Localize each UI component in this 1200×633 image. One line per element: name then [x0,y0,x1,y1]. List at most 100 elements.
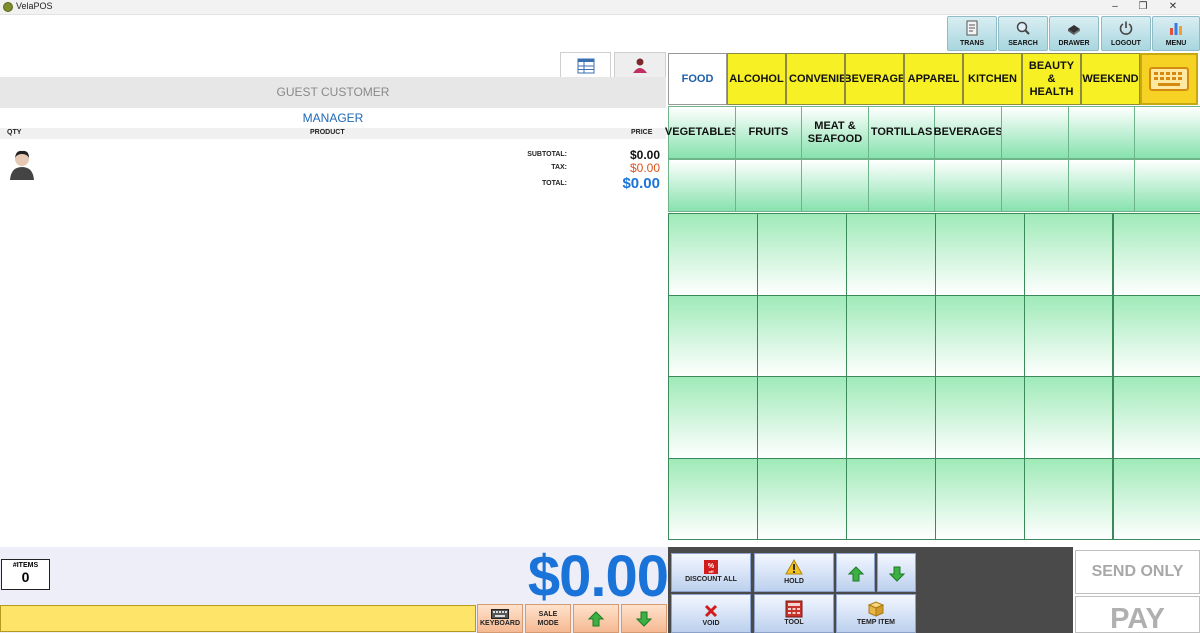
trans-button[interactable]: TRANS [947,16,997,51]
tab-customer[interactable] [614,52,666,77]
restore-icon[interactable]: ❐ [1130,0,1156,15]
product-slot[interactable] [1112,457,1200,540]
product-slot[interactable] [845,457,936,540]
power-icon [1119,21,1133,35]
subcategory-button[interactable]: VEGETABLES [665,106,739,159]
arrow-up-icon [847,566,864,582]
product-slot[interactable] [756,376,847,459]
product-slot[interactable] [668,213,758,296]
product-slot[interactable] [1023,376,1114,459]
item-up-button[interactable] [836,553,875,592]
hold-button[interactable]: HOLD [754,553,834,592]
category-convenience[interactable]: CONVENIEN [786,53,845,105]
total-label: TOTAL: [541,180,567,187]
temp-item-button[interactable]: TEMP ITEM [836,594,916,633]
calculator-icon [785,600,803,618]
discount-all-button[interactable]: % off DISCOUNT ALL [671,553,751,592]
category-food[interactable]: FOOD [668,53,727,105]
product-slot[interactable] [934,213,1025,296]
search-label: SEARCH [1008,40,1038,47]
empty-subcategory-slot[interactable] [1001,106,1069,159]
window-title: VelaPOS [16,1,53,11]
pay-button[interactable]: PAY [1075,596,1200,633]
logout-label: LOGOUT [1111,40,1141,47]
temp-item-label: TEMP ITEM [857,619,895,626]
empty-subcategory-slot[interactable] [1134,159,1200,212]
product-slot[interactable] [1112,376,1200,459]
product-slot[interactable] [1023,213,1114,296]
scroll-up-button[interactable] [573,604,619,633]
product-slot[interactable] [668,294,758,377]
void-button[interactable]: VOID [671,594,751,633]
product-slot[interactable] [756,294,847,377]
product-slot[interactable] [668,457,758,540]
customer-name[interactable]: GUEST CUSTOMER [0,77,666,108]
category-kitchen[interactable]: KITCHEN [963,53,1022,105]
product-slot[interactable] [845,294,936,377]
subcategory-button[interactable]: FRUITS [734,106,803,159]
sale-mode-button[interactable]: SALE MODE [525,604,571,633]
product-slot[interactable] [756,457,847,540]
product-slot[interactable] [845,213,936,296]
scroll-down-button[interactable] [621,604,667,633]
keyboard-toggle-button[interactable] [1140,53,1198,105]
category-beverage[interactable]: BEVERAGE [845,53,904,105]
product-slot[interactable] [1112,213,1200,296]
menu-label: MENU [1165,40,1187,47]
receipt-icon [966,20,978,36]
category-alcohol[interactable]: ALCOHOL [727,53,786,105]
subcategory-button[interactable]: BEVERAGES [934,106,1003,159]
product-slot[interactable] [1112,294,1200,377]
items-count: 0 [21,569,30,585]
price-header: PRICE [631,129,653,136]
bar-chart-icon [1170,23,1182,35]
empty-subcategory-slot[interactable] [1067,159,1136,212]
subcategory-button[interactable]: TORTILLAS [867,106,936,159]
product-slot[interactable] [934,294,1025,377]
empty-subcategory-slot[interactable] [934,159,1002,212]
tab-order-list[interactable] [560,52,611,77]
empty-subcategory-slot[interactable] [801,159,869,212]
subcategory-button[interactable]: MEAT & SEAFOOD [801,106,869,159]
menu-button[interactable]: MENU [1152,16,1200,51]
app-logo-icon [3,2,13,12]
search-icon [1016,21,1030,35]
void-label: VOID [702,620,720,627]
empty-subcategory-slot[interactable] [1067,106,1136,159]
svg-text:off: off [708,569,714,574]
order-column-header: QTY PRODUCT PRICE [0,128,666,139]
empty-subcategory-slot[interactable] [734,159,803,212]
empty-subcategory-slot[interactable] [867,159,936,212]
keyboard-button[interactable]: KEYBOARD [477,604,523,633]
close-icon[interactable]: ✕ [1160,0,1186,15]
category-weekend[interactable]: WEEKEND [1081,53,1140,105]
search-button[interactable]: SEARCH [998,16,1048,51]
product-slot[interactable] [756,213,847,296]
product-slot[interactable] [934,457,1025,540]
product-slot[interactable] [668,376,758,459]
barcode-input[interactable] [0,605,476,632]
customer-icon [633,58,647,73]
drawer-button[interactable]: DRAWER [1049,16,1099,51]
keyboard-icon [491,609,509,619]
product-slot[interactable] [934,376,1025,459]
logout-button[interactable]: LOGOUT [1101,16,1151,51]
product-slot[interactable] [845,376,936,459]
category-apparel[interactable]: APPAREL [904,53,963,105]
empty-subcategory-slot[interactable] [1134,106,1200,159]
tax-value: $0.00 [629,161,660,175]
minimize-icon[interactable]: – [1102,0,1128,15]
empty-subcategory-slot[interactable] [668,159,736,212]
empty-subcategory-slot[interactable] [1001,159,1069,212]
tool-button[interactable]: TOOL [754,594,834,633]
send-only-button[interactable]: SEND ONLY [1075,550,1200,594]
trans-label: TRANS [959,40,985,47]
discount-icon: %off [704,560,718,574]
category-beauty-health[interactable]: BEAUTY & HEALTH [1022,53,1081,105]
product-slot[interactable] [1023,457,1114,540]
box-icon [867,601,885,617]
item-down-button[interactable] [877,553,916,592]
product-slot[interactable] [1023,294,1114,377]
qty-header: QTY [7,129,22,136]
product-header: PRODUCT [310,129,345,136]
